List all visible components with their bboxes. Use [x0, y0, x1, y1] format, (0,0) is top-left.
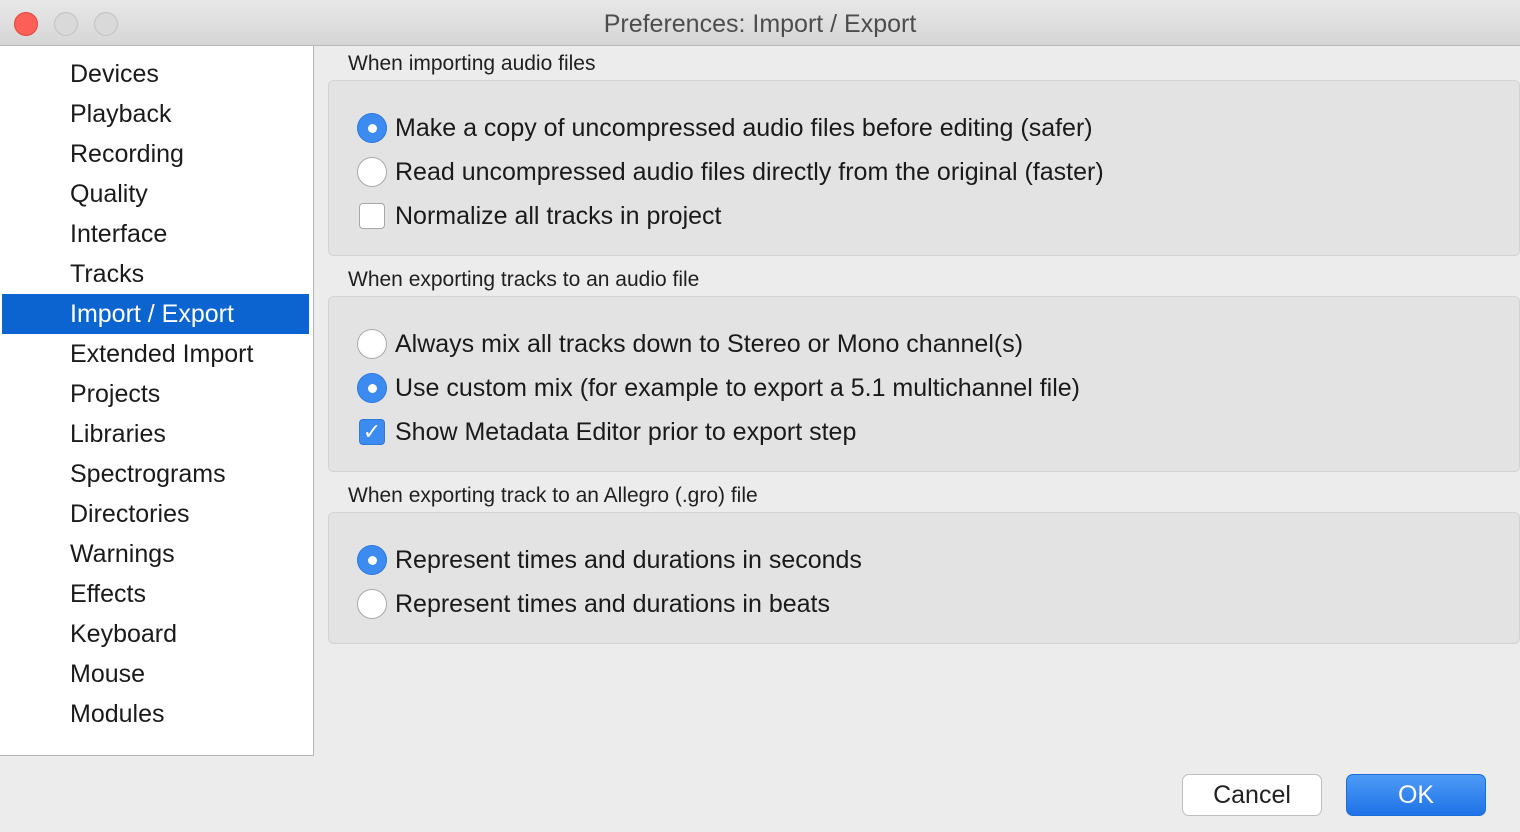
mix-down-option[interactable]: Always mix all tracks down to Stereo or …: [357, 327, 1023, 361]
ok-button[interactable]: OK: [1346, 774, 1486, 816]
read-directly-radio[interactable]: [357, 157, 387, 187]
metadata-editor-option[interactable]: ✓ Show Metadata Editor prior to export s…: [357, 415, 856, 449]
read-directly-label[interactable]: Read uncompressed audio files directly f…: [395, 158, 1104, 187]
sidebar-item-extended-import[interactable]: Extended Import: [2, 334, 309, 374]
exporting-group-box: Always mix all tracks down to Stereo or …: [328, 296, 1520, 472]
metadata-editor-label[interactable]: Show Metadata Editor prior to export ste…: [395, 418, 856, 447]
sidebar-item-warnings[interactable]: Warnings: [2, 534, 309, 574]
sidebar-item-libraries[interactable]: Libraries: [2, 414, 309, 454]
beats-label[interactable]: Represent times and durations in beats: [395, 590, 830, 619]
metadata-editor-checkbox[interactable]: ✓: [359, 419, 385, 445]
import-export-panel: When importing audio files Make a copy o…: [328, 46, 1520, 666]
title-bar: Preferences: Import / Export: [0, 0, 1520, 46]
sidebar-item-quality[interactable]: Quality: [2, 174, 309, 214]
sidebar-item-interface[interactable]: Interface: [2, 214, 309, 254]
exporting-group-heading: When exporting tracks to an audio file: [348, 268, 700, 291]
seconds-radio[interactable]: [357, 545, 387, 575]
sidebar-item-devices[interactable]: Devices: [2, 54, 309, 94]
custom-mix-radio[interactable]: [357, 373, 387, 403]
sidebar-item-playback[interactable]: Playback: [2, 94, 309, 134]
seconds-label[interactable]: Represent times and durations in seconds: [395, 546, 862, 575]
copy-files-option[interactable]: Make a copy of uncompressed audio files …: [357, 111, 1093, 145]
normalize-tracks-option[interactable]: Normalize all tracks in project: [357, 199, 722, 233]
read-directly-option[interactable]: Read uncompressed audio files directly f…: [357, 155, 1104, 189]
sidebar-item-tracks[interactable]: Tracks: [2, 254, 309, 294]
normalize-tracks-label[interactable]: Normalize all tracks in project: [395, 202, 722, 231]
checkmark-icon: ✓: [362, 419, 382, 444]
copy-files-radio[interactable]: [357, 113, 387, 143]
sidebar-item-projects[interactable]: Projects: [2, 374, 309, 414]
allegro-group-heading: When exporting track to an Allegro (.gro…: [348, 484, 758, 507]
custom-mix-option[interactable]: Use custom mix (for example to export a …: [357, 371, 1080, 405]
copy-files-label[interactable]: Make a copy of uncompressed audio files …: [395, 114, 1093, 143]
window-title: Preferences: Import / Export: [603, 10, 917, 38]
custom-mix-label[interactable]: Use custom mix (for example to export a …: [395, 374, 1080, 403]
sidebar-item-keyboard[interactable]: Keyboard: [2, 614, 309, 654]
cancel-button[interactable]: Cancel: [1182, 774, 1322, 816]
sidebar-item-effects[interactable]: Effects: [2, 574, 309, 614]
importing-group-heading: When importing audio files: [348, 52, 596, 75]
mix-down-radio[interactable]: [357, 329, 387, 359]
mix-down-label[interactable]: Always mix all tracks down to Stereo or …: [395, 330, 1023, 359]
sidebar-item-recording[interactable]: Recording: [2, 134, 309, 174]
sidebar-item-mouse[interactable]: Mouse: [2, 654, 309, 694]
preferences-category-list: Devices Playback Recording Quality Inter…: [0, 46, 314, 756]
allegro-group-box: Represent times and durations in seconds…: [328, 512, 1520, 644]
importing-group-box: Make a copy of uncompressed audio files …: [328, 80, 1520, 256]
beats-radio[interactable]: [357, 589, 387, 619]
sidebar-item-modules[interactable]: Modules: [2, 694, 309, 734]
sidebar-item-spectrograms[interactable]: Spectrograms: [2, 454, 309, 494]
sidebar-item-directories[interactable]: Directories: [2, 494, 309, 534]
sidebar-item-import-export[interactable]: Import / Export: [2, 294, 309, 334]
beats-option[interactable]: Represent times and durations in beats: [357, 587, 830, 621]
normalize-tracks-checkbox[interactable]: [359, 203, 385, 229]
seconds-option[interactable]: Represent times and durations in seconds: [357, 543, 862, 577]
